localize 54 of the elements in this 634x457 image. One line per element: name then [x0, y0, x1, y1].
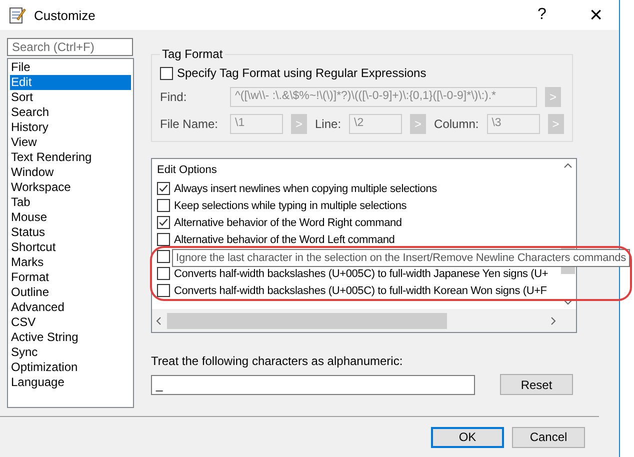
search-field[interactable]: Search (Ctrl+F) [7, 38, 133, 56]
category-item[interactable]: Text Rendering [10, 150, 131, 165]
checkbox[interactable] [157, 199, 170, 212]
field-label: Treat the following characters as alphanumeric: [151, 354, 404, 368]
category-item[interactable]: Shortcut [10, 240, 131, 255]
help-button[interactable]: ? [519, 6, 565, 24]
category-item[interactable]: View [10, 135, 131, 150]
category-item[interactable]: Optimization [10, 360, 131, 375]
checkbox[interactable] [157, 216, 170, 229]
category-item[interactable]: Sort [10, 90, 131, 105]
category-item[interactable]: Outline [10, 285, 131, 300]
window-title: Customize [34, 8, 96, 22]
category-item[interactable]: Edit [10, 75, 131, 90]
input-field[interactable]: _ [151, 374, 475, 394]
scrollbar-corner [560, 309, 576, 332]
horizontal-scrollbar[interactable] [152, 309, 560, 332]
field-label: Find: [160, 90, 188, 104]
category-item[interactable]: History [10, 120, 131, 135]
category-item[interactable]: Active String [10, 330, 131, 345]
category-item[interactable]: Status [10, 225, 131, 240]
checkbox[interactable] [157, 233, 170, 246]
checkbox[interactable] [157, 267, 170, 280]
category-item[interactable]: Mouse [10, 210, 131, 225]
checkbox-label: Specify Tag Format using Regular Expressions [177, 66, 426, 80]
category-item[interactable]: Sync [10, 345, 131, 360]
category-item[interactable]: Tab [10, 195, 131, 210]
checkbox-label: Converts half-width backslashes (U+005C) to full-width Japanese Yen signs (U+ [174, 268, 548, 280]
checkbox[interactable] [157, 182, 170, 195]
category-item[interactable]: Workspace [10, 180, 131, 195]
checkbox-label: Keep selections while typing in multiple selections [174, 200, 407, 212]
dialog-button[interactable]: OK [431, 426, 504, 448]
group-title: Tag Format [161, 47, 224, 61]
category-item[interactable]: Language [10, 375, 131, 390]
reset-button[interactable]: Reset [500, 374, 573, 395]
field-label: Line: [315, 116, 342, 130]
category-item[interactable]: File [10, 60, 131, 75]
field-label: Column: [434, 116, 479, 130]
checkbox-label: Converts half-width backslashes (U+005C) to full-width Korean Won signs (U+F [174, 284, 547, 296]
checkbox[interactable] [157, 250, 170, 263]
checkbox-label: Alternative behavior of the Word Left command [174, 234, 395, 246]
category-item[interactable]: Window [10, 165, 131, 180]
checkbox[interactable] [157, 284, 170, 297]
notepad-icon [8, 6, 26, 24]
checkbox-label: Alternative behavior of the Word Right command [174, 216, 402, 228]
category-item[interactable]: Search [10, 105, 131, 120]
list-title: Edit Options [157, 164, 218, 176]
field-label: File Name: [160, 116, 220, 130]
close-button[interactable]: × [573, 2, 619, 28]
category-item[interactable]: Format [10, 270, 131, 285]
checkbox-label: Always insert newlines when copying multiple selections [174, 182, 437, 194]
category-item[interactable]: Marks [10, 255, 131, 270]
category-item[interactable]: CSV [10, 315, 131, 330]
category-item[interactable]: Advanced [10, 300, 131, 315]
dialog-button[interactable]: Cancel [512, 426, 585, 448]
